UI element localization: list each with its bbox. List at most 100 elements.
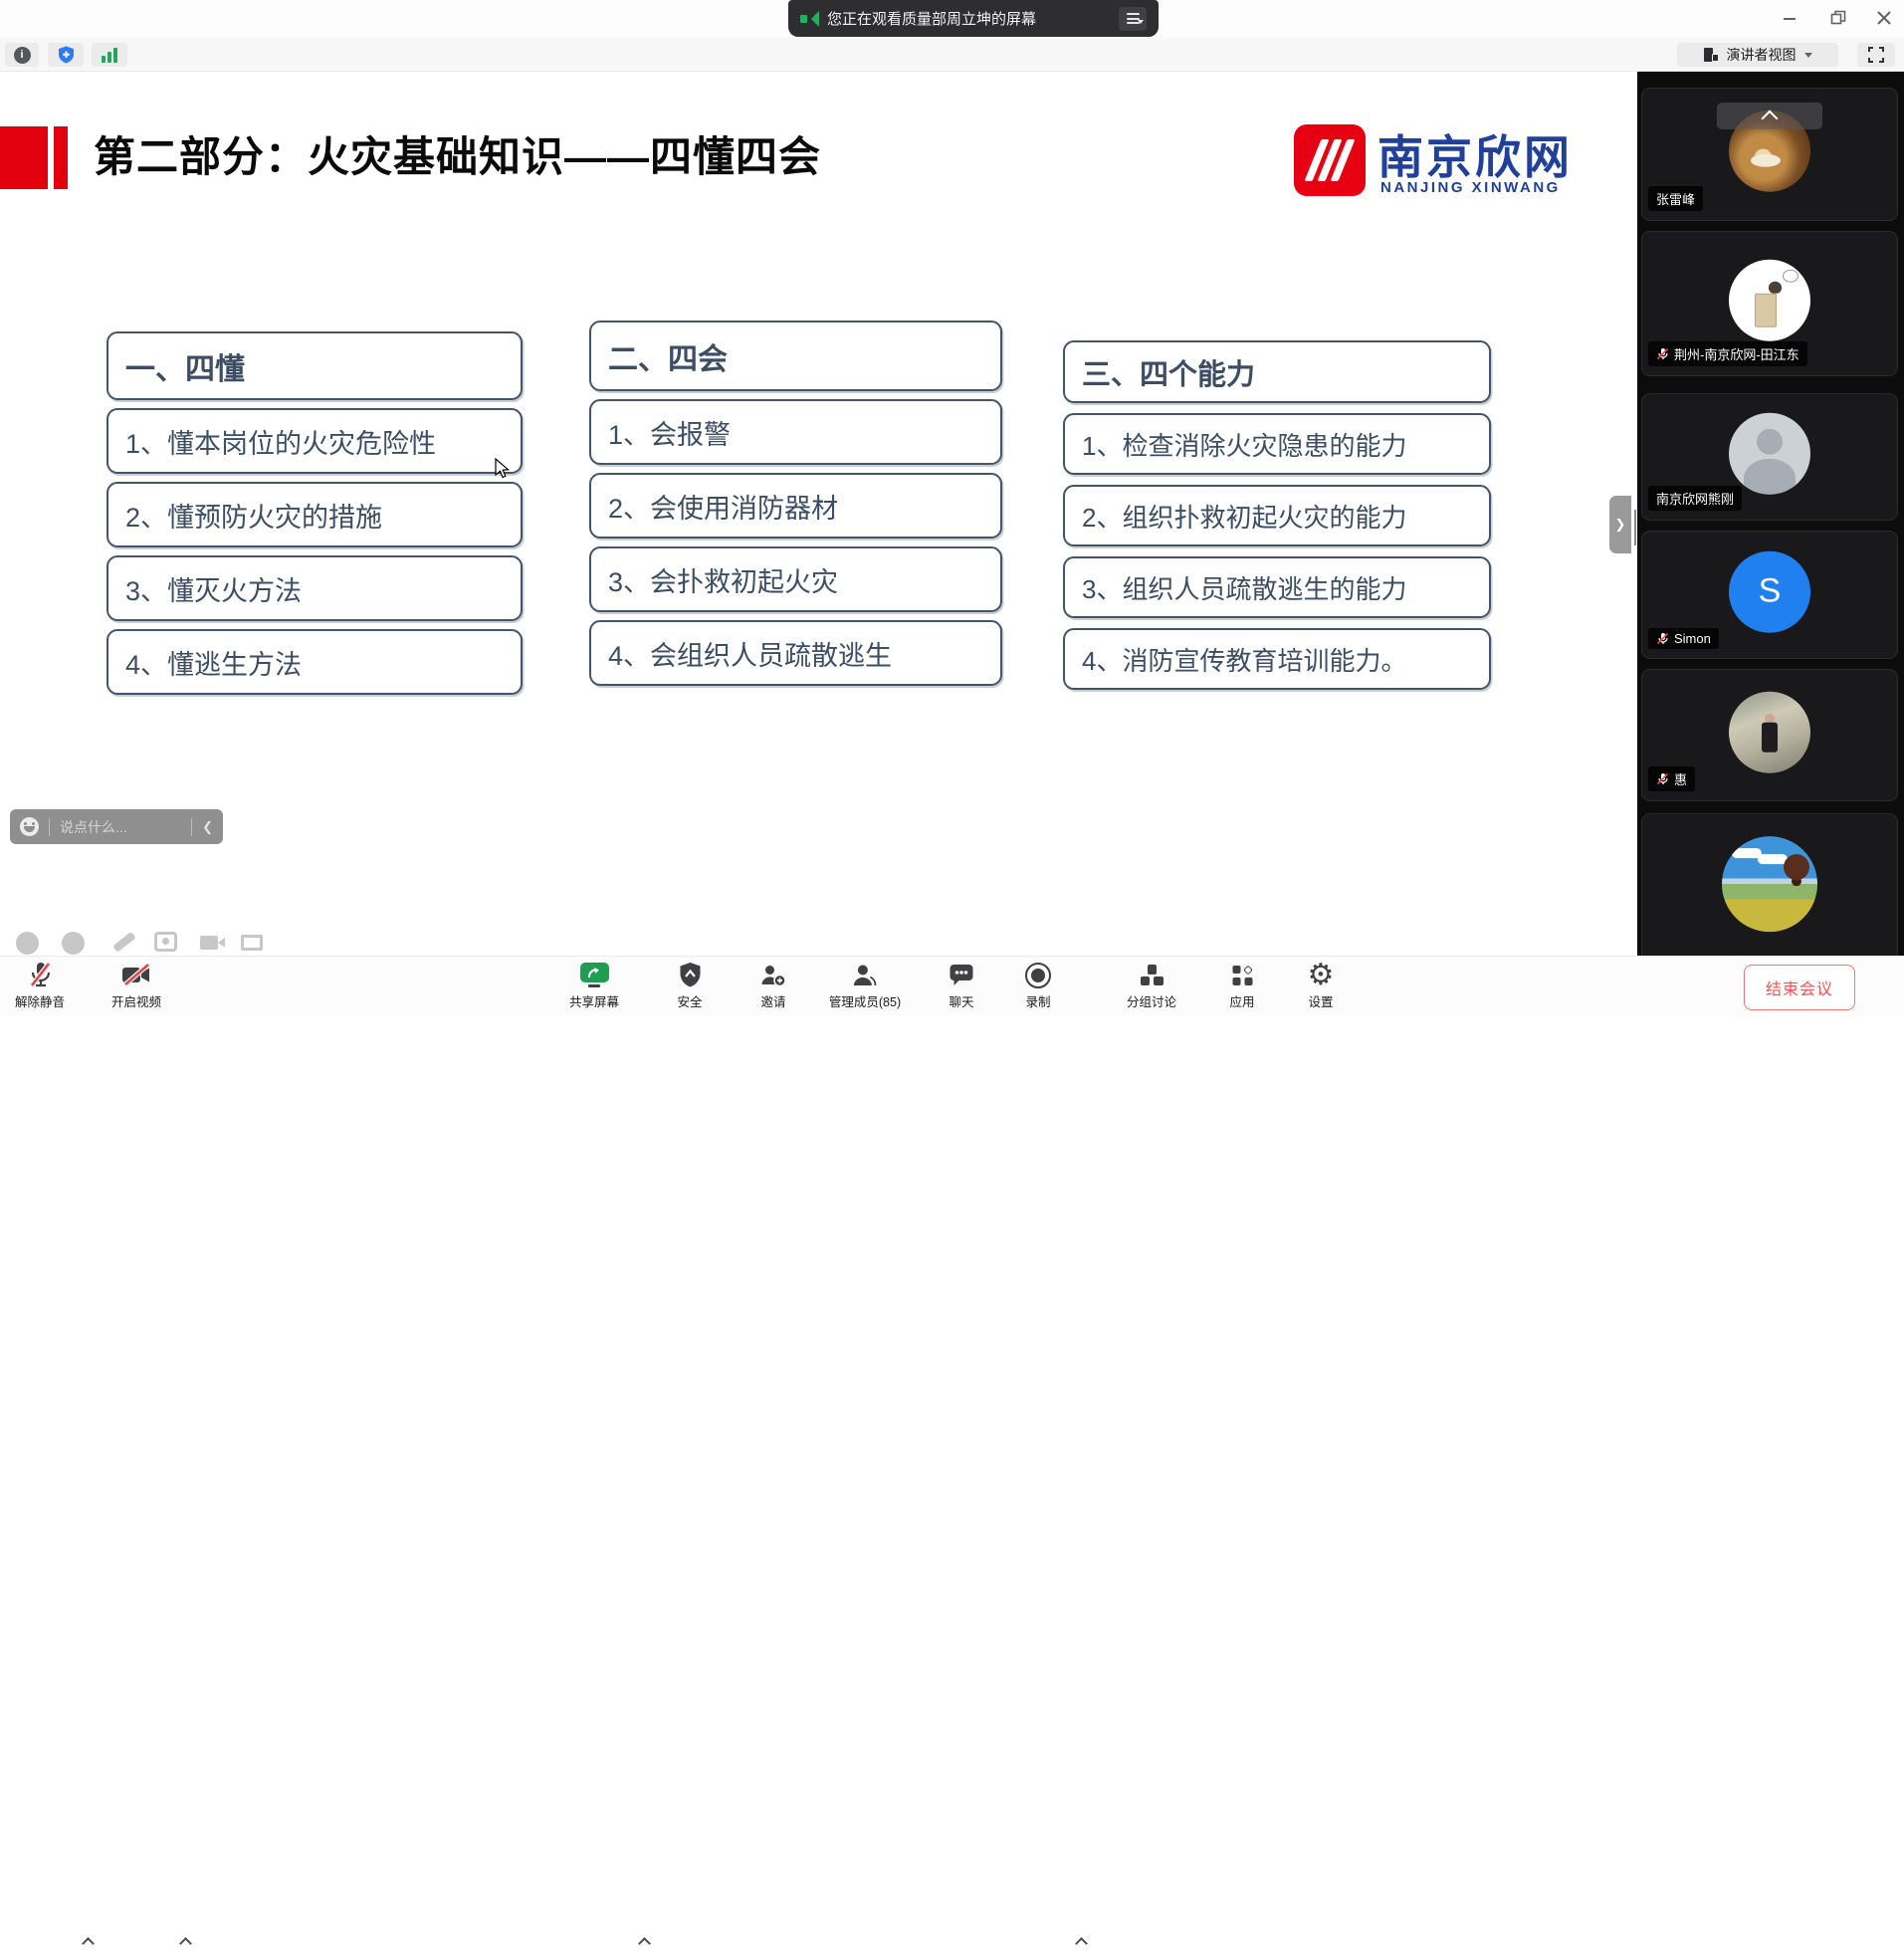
chat-input[interactable]: 说点什么... [60, 817, 181, 837]
participant-tile[interactable]: S Simon [1641, 531, 1898, 659]
slide-box: 2、会使用消防器材 [589, 473, 1002, 539]
annotation-tool-icon[interactable] [16, 932, 39, 955]
share-screen-button[interactable]: 共享屏幕 [569, 960, 619, 1010]
avatar-initial: S [1729, 550, 1810, 632]
unmute-label: 解除静音 [15, 991, 65, 1010]
window-titlebar: 您正在观看质量部周立坤的屏幕 [0, 0, 1904, 38]
annotation-tools-row [16, 932, 315, 956]
invite-person-icon [760, 963, 787, 988]
slide-red-bar [54, 126, 68, 189]
security-button[interactable]: 安全 [677, 960, 702, 1010]
slide-box: 4、会组织人员疏散逃生 [589, 620, 1002, 686]
participant-tile[interactable] [1641, 813, 1898, 956]
emoji-icon[interactable] [20, 817, 39, 836]
meeting-info-button[interactable]: i [5, 43, 39, 67]
avatar [1729, 260, 1810, 341]
manage-members-button[interactable]: 管理成员(85) [829, 960, 901, 1010]
record-label: 录制 [1025, 991, 1050, 1010]
network-quality-button[interactable] [92, 43, 127, 67]
settings-gear-icon: ⚙ [1308, 962, 1335, 989]
view-mode-label: 演讲者视图 [1727, 45, 1797, 65]
banner-menu-icon[interactable] [1119, 7, 1147, 31]
meeting-status-bar: i 32:16 演讲者视图 [0, 38, 1904, 72]
video-options-chevron[interactable] [179, 1937, 192, 1950]
participant-tile[interactable]: 惠 [1641, 669, 1898, 801]
sidebar-grip [1634, 510, 1636, 545]
mic-muted-icon [26, 961, 53, 989]
shared-screen-area: 第二部分：火灾基础知识——四懂四会 南京欣网 NANJING XINWANG 一… [0, 72, 1637, 956]
mic-muted-icon [1656, 347, 1669, 360]
banner-text: 您正在观看质量部周立坤的屏幕 [827, 8, 1036, 29]
members-icon [852, 963, 878, 988]
security-shield-icon [678, 962, 702, 988]
company-logo-en: NANJING XINWANG [1380, 179, 1561, 196]
close-button[interactable] [1868, 4, 1900, 32]
chevron-down-icon [1804, 53, 1812, 62]
slide-box: 3、懂灭火方法 [106, 555, 523, 621]
chat-bubble-icon [949, 963, 973, 987]
minimize-icon [1783, 11, 1797, 25]
slide-column-sidong: 一、四懂 1、懂本岗位的火灾危险性 2、懂预防火灾的措施 3、懂灭火方法 4、懂… [106, 331, 523, 695]
breakout-icon [1140, 965, 1163, 985]
chat-collapse-icon[interactable]: ❮ [202, 819, 213, 835]
monitor-icon[interactable] [241, 935, 263, 951]
company-logo-icon [1294, 124, 1366, 196]
close-icon [1877, 11, 1891, 25]
divider [49, 818, 50, 836]
slide-box: 4、消防宣传教育培训能力。 [1063, 628, 1491, 690]
apps-grid-icon [1232, 966, 1252, 985]
invite-button[interactable]: 邀请 [760, 960, 787, 1010]
view-mode-selector[interactable]: 演讲者视图 [1677, 43, 1838, 67]
security-shield-button[interactable] [48, 43, 84, 67]
mic-options-chevron[interactable] [82, 1937, 95, 1950]
participant-name: 南京欣网熊刚 [1656, 489, 1734, 508]
breakout-rooms-button[interactable]: 分组讨论 [1127, 960, 1176, 1010]
record-icon [1025, 963, 1051, 988]
participant-tile[interactable]: 张雷峰 [1641, 88, 1898, 221]
unmute-button[interactable]: 解除静音 [15, 960, 65, 1010]
slide-box: 1、检查消除火灾隐患的能力 [1063, 413, 1491, 475]
signal-bars-icon [102, 48, 117, 63]
apps-label: 应用 [1229, 991, 1254, 1010]
slide-box: 2、组织扑救初起火灾的能力 [1063, 485, 1491, 546]
pencil-icon[interactable] [112, 932, 136, 953]
fullscreen-icon [1868, 47, 1884, 63]
record-options-chevron[interactable] [1075, 1937, 1088, 1950]
meeting-toolbar: 解除静音 开启视频 [0, 956, 1904, 1017]
apps-button[interactable]: 应用 [1229, 960, 1254, 1010]
start-video-label: 开启视频 [111, 991, 161, 1010]
chat-quick-bar: 说点什么... ❮ [10, 809, 223, 844]
slide-box: 3、组织人员疏散逃生的能力 [1063, 556, 1491, 618]
share-options-chevron[interactable] [638, 1937, 651, 1950]
mic-muted-icon [1656, 772, 1669, 785]
start-video-button[interactable]: 开启视频 [111, 960, 161, 1010]
company-logo-cn: 南京欣网 [1377, 121, 1573, 187]
camera-off-icon [120, 963, 151, 987]
annotation-tool-icon[interactable] [62, 932, 85, 955]
avatar-placeholder [1729, 413, 1810, 495]
end-meeting-button[interactable]: 结束会议 [1744, 965, 1855, 1010]
invite-label: 邀请 [760, 991, 785, 1010]
restore-button[interactable] [1822, 4, 1854, 32]
slide-box: 2、懂预防火灾的措施 [106, 482, 523, 547]
screenshot-icon[interactable] [154, 932, 177, 952]
scroll-up-button[interactable] [1717, 103, 1822, 129]
participant-name: 惠 [1674, 769, 1687, 788]
participant-tile[interactable]: 南京欣网熊刚 [1641, 393, 1898, 521]
participants-sidebar: 张雷峰 荆州-南京欣网-田江东 南京欣网熊刚 S Simon 惠 [1637, 72, 1904, 956]
column-header: 一、四懂 [106, 331, 523, 400]
fullscreen-button[interactable] [1857, 43, 1895, 67]
slide-box: 3、会扑救初起火灾 [589, 546, 1002, 612]
sidebar-collapse-handle[interactable]: ❯ [1609, 496, 1631, 553]
minimize-button[interactable] [1774, 4, 1805, 32]
participant-name: 荆州-南京欣网-田江东 [1674, 344, 1799, 363]
layout-icon [1704, 48, 1719, 62]
participant-tile[interactable]: 荆州-南京欣网-田江东 [1641, 231, 1898, 376]
chat-label: 聊天 [949, 991, 973, 1010]
settings-button[interactable]: ⚙ 设置 [1308, 960, 1335, 1010]
shield-plus-icon [58, 46, 75, 64]
chat-button[interactable]: 聊天 [949, 960, 973, 1010]
record-button[interactable]: 录制 [1025, 960, 1051, 1010]
slide-red-block [0, 126, 48, 189]
video-icon[interactable] [200, 936, 218, 950]
